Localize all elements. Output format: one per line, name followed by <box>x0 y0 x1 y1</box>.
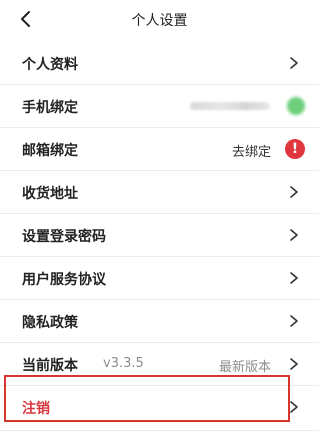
row-profile[interactable]: 个人资料 <box>0 42 319 85</box>
header-bar: 个人设置 <box>0 0 319 40</box>
chevron-right-icon <box>290 186 298 198</box>
warning-icon: ! <box>285 139 305 159</box>
chevron-right-icon <box>290 315 298 327</box>
chevron-right-icon <box>290 272 298 284</box>
row-login-password[interactable]: 设置登录密码 <box>0 214 319 257</box>
version-number: v3.3.5 <box>103 356 144 371</box>
chevron-right-icon <box>290 229 298 241</box>
row-label: 邮箱绑定 <box>22 143 78 159</box>
chevron-right-icon <box>290 358 298 370</box>
row-cancel-account[interactable]: 注销 <box>0 386 319 428</box>
chevron-right-icon <box>290 401 298 413</box>
latest-version-status: 最新版本 <box>218 360 271 375</box>
row-label: 用户服务协议 <box>22 272 106 288</box>
row-label: 注销 <box>22 401 50 417</box>
row-current-version[interactable]: 当前版本 v3.3.5 最新版本 <box>0 343 319 386</box>
row-label: 手机绑定 <box>22 100 78 116</box>
chevron-right-icon <box>290 57 298 69</box>
row-label: 当前版本 <box>22 358 78 374</box>
row-privacy-policy[interactable]: 隐私政策 <box>0 300 319 343</box>
row-phone-binding[interactable]: 手机绑定 <box>0 85 319 128</box>
page-title: 个人设置 <box>131 13 188 29</box>
row-user-agreement[interactable]: 用户服务协议 <box>0 257 319 300</box>
divider <box>0 430 319 431</box>
blurred-phone-number <box>190 102 270 110</box>
row-label: 个人资料 <box>22 57 78 73</box>
bound-status-icon <box>287 97 305 115</box>
row-label: 隐私政策 <box>22 315 78 331</box>
row-label: 收货地址 <box>22 186 78 202</box>
row-shipping-address[interactable]: 收货地址 <box>0 171 319 214</box>
row-email-binding[interactable]: 邮箱绑定 去绑定 ! <box>0 128 319 171</box>
settings-list: 个人资料 手机绑定 邮箱绑定 去绑定 ! 收货地址 设置登录密码 用户服务协议 … <box>0 42 319 428</box>
row-label: 设置登录密码 <box>22 229 106 245</box>
bind-email-link[interactable]: 去绑定 <box>232 141 271 160</box>
